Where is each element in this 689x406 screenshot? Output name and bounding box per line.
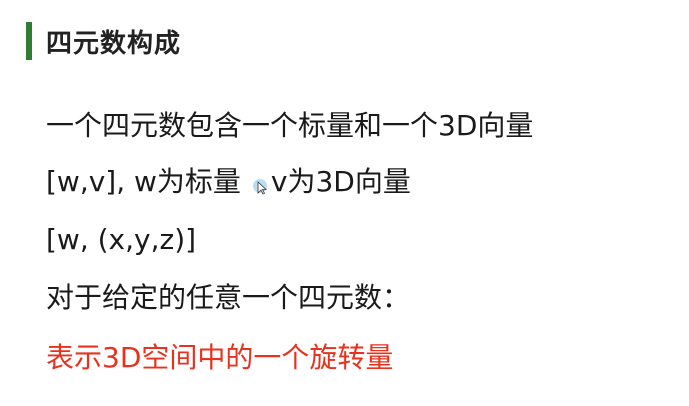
mouse-pointer-icon (252, 178, 272, 198)
heading-accent-bar (26, 22, 32, 60)
text-line-2-part-1: [w,v], w为标量 (46, 165, 241, 198)
section-heading: 四元数构成 (26, 22, 181, 60)
highlighted-text-line: 表示3D空间中的一个旋转量 (46, 341, 394, 374)
text-line-2: [w,v], w为标量 v为3D向量 (46, 164, 411, 200)
text-line-3: [w, (x,y,z)] (46, 223, 197, 256)
text-line-4: 对于给定的任意一个四元数： (46, 281, 411, 314)
text-line-2-part-2: v为3D向量 (270, 165, 411, 198)
text-line-1: 一个四元数包含一个标量和一个3D向量 (46, 109, 534, 142)
heading-title: 四元数构成 (46, 28, 182, 59)
slide: 四元数构成 一个四元数包含一个标量和一个3D向量 [w,v], w为标量 v为3D… (0, 0, 689, 406)
